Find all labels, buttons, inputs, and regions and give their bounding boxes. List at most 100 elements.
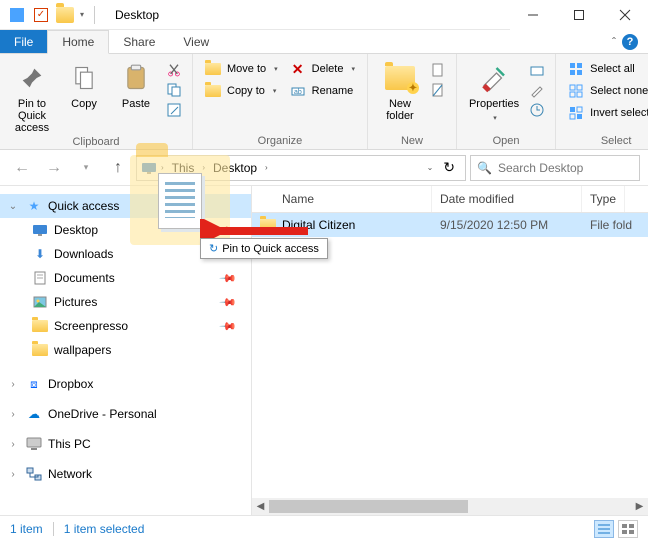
sidebar-item-label: wallpapers bbox=[54, 343, 111, 357]
chevron-down-icon: ▾ bbox=[274, 65, 278, 73]
chevron-right-icon[interactable]: › bbox=[6, 469, 20, 480]
folder-icon bbox=[32, 318, 48, 334]
copy-button[interactable]: Copy bbox=[62, 60, 106, 112]
close-button[interactable] bbox=[602, 0, 648, 30]
sidebar-item-wallpapers[interactable]: wallpapers bbox=[0, 338, 251, 362]
copy-to-icon bbox=[205, 83, 221, 99]
group-label: Organize bbox=[203, 135, 357, 149]
list-item[interactable]: Digital Citizen 9/15/2020 12:50 PM File … bbox=[252, 213, 648, 237]
pin-to-quick-access-button[interactable]: Pin to Quick access bbox=[10, 60, 54, 136]
easy-access-icon[interactable] bbox=[430, 82, 446, 98]
recent-locations-button[interactable]: ▾ bbox=[72, 154, 100, 182]
back-button[interactable]: ← bbox=[8, 154, 36, 182]
group-clipboard: Pin to Quick access Copy Paste Clipboard bbox=[0, 54, 193, 149]
sidebar-item-network[interactable]: ›Network bbox=[0, 462, 251, 486]
properties-button[interactable]: Properties▾ bbox=[467, 60, 521, 124]
group-organize: Move to▾ Copy to▾ ✕Delete▾ abRename Orga… bbox=[193, 54, 368, 149]
history-dropdown-icon[interactable]: ⌄ bbox=[427, 163, 434, 172]
titlebar: ✓ ▾ Desktop bbox=[0, 0, 648, 30]
sidebar-item-screenpresso[interactable]: Screenpresso📌 bbox=[0, 314, 251, 338]
up-button[interactable]: ↑ bbox=[104, 154, 132, 182]
paste-shortcut-icon[interactable] bbox=[166, 102, 182, 118]
chevron-right-icon[interactable]: › bbox=[265, 163, 268, 172]
select-none-button[interactable]: Select none bbox=[566, 82, 648, 100]
search-input[interactable]: 🔍 Search Desktop bbox=[470, 155, 640, 181]
select-none-icon bbox=[568, 83, 584, 99]
quick-access-toolbar: ✓ ▾ Desktop bbox=[0, 6, 159, 24]
forward-button[interactable]: → bbox=[40, 154, 68, 182]
invert-selection-icon bbox=[568, 105, 584, 121]
window-controls bbox=[510, 0, 648, 30]
minimize-button[interactable] bbox=[510, 0, 556, 30]
chevron-right-icon[interactable]: › bbox=[6, 439, 20, 450]
scroll-thumb[interactable] bbox=[269, 500, 468, 513]
tab-view[interactable]: View bbox=[169, 30, 223, 53]
tab-file[interactable]: File bbox=[0, 30, 47, 53]
copy-label: Copy bbox=[71, 98, 97, 110]
collapse-ribbon-caret[interactable]: ˆ bbox=[612, 35, 616, 49]
help-icon[interactable]: ? bbox=[622, 34, 638, 50]
refresh-button[interactable]: ↻ bbox=[437, 159, 461, 176]
new-folder-button[interactable]: ✦ New folder bbox=[378, 60, 422, 124]
chevron-down-icon[interactable]: ⌄ bbox=[6, 201, 20, 212]
delete-icon: ✕ bbox=[290, 61, 306, 77]
column-header-type[interactable]: Type bbox=[582, 186, 625, 212]
qat-properties-icon[interactable]: ✓ bbox=[32, 6, 50, 24]
column-header-date[interactable]: Date modified bbox=[432, 186, 582, 212]
edit-icon[interactable] bbox=[529, 82, 545, 98]
history-icon[interactable] bbox=[529, 102, 545, 118]
maximize-button[interactable] bbox=[556, 0, 602, 30]
invert-selection-button[interactable]: Invert selection bbox=[566, 104, 648, 122]
qat-newfolder-icon[interactable] bbox=[56, 6, 74, 24]
qat-customize-caret[interactable]: ▾ bbox=[80, 10, 84, 19]
ribbon-tabs: File Home Share View ˆ ? bbox=[0, 30, 648, 54]
delete-button[interactable]: ✕Delete▾ bbox=[288, 60, 357, 78]
open-icon[interactable] bbox=[529, 62, 545, 78]
tab-share[interactable]: Share bbox=[109, 30, 169, 53]
thumbnails-view-button[interactable] bbox=[618, 520, 638, 538]
sidebar-item-dropbox[interactable]: ›⧈Dropbox bbox=[0, 372, 251, 396]
paste-icon bbox=[120, 62, 152, 94]
column-header-name[interactable]: Name bbox=[252, 186, 432, 212]
horizontal-scrollbar[interactable]: ◀ ▶ bbox=[252, 498, 648, 515]
app-icon bbox=[8, 6, 26, 24]
select-all-button[interactable]: Select all bbox=[566, 60, 648, 78]
sidebar-item-quick-access[interactable]: ⌄ ★ Quick access bbox=[0, 194, 251, 218]
paste-button[interactable]: Paste bbox=[114, 60, 158, 112]
sidebar-item-documents[interactable]: Documents📌 bbox=[0, 266, 251, 290]
sidebar-item-label: Pictures bbox=[54, 295, 97, 309]
details-view-button[interactable] bbox=[594, 520, 614, 538]
copy-to-button[interactable]: Copy to▾ bbox=[203, 82, 280, 100]
address-bar[interactable]: › This › Desktop › ⌄ ↻ bbox=[136, 155, 466, 181]
location-desktop-icon bbox=[141, 160, 157, 176]
column-headers: Name Date modified Type bbox=[252, 186, 648, 213]
copy-path-icon[interactable] bbox=[166, 82, 182, 98]
breadcrumb-segment[interactable]: This bbox=[168, 161, 199, 175]
breadcrumb-segment[interactable]: Desktop bbox=[209, 161, 261, 175]
cut-icon[interactable] bbox=[166, 62, 182, 78]
status-bar: 1 item 1 item selected bbox=[0, 515, 648, 541]
sidebar-item-onedrive[interactable]: ›☁OneDrive - Personal bbox=[0, 402, 251, 426]
sidebar-item-label: This PC bbox=[48, 437, 91, 451]
new-item-icon[interactable] bbox=[430, 62, 446, 78]
status-selected-count: 1 item selected bbox=[64, 522, 145, 536]
chevron-right-icon[interactable]: › bbox=[6, 409, 20, 420]
chevron-right-icon[interactable]: › bbox=[6, 379, 20, 390]
scroll-right-icon[interactable]: ▶ bbox=[631, 498, 648, 515]
sidebar-item-pictures[interactable]: Pictures 📌 bbox=[0, 290, 251, 314]
move-to-button[interactable]: Move to▾ bbox=[203, 60, 280, 78]
group-label: Clipboard bbox=[10, 136, 182, 150]
sidebar-item-thispc[interactable]: › This PC bbox=[0, 432, 251, 456]
dropbox-icon: ⧈ bbox=[26, 376, 42, 392]
pictures-icon bbox=[32, 294, 48, 310]
chevron-right-icon[interactable]: › bbox=[202, 163, 205, 172]
status-item-count: 1 item bbox=[10, 522, 43, 536]
tab-home[interactable]: Home bbox=[47, 30, 109, 54]
rename-button[interactable]: abRename bbox=[288, 82, 357, 100]
scroll-left-icon[interactable]: ◀ bbox=[252, 498, 269, 515]
pin-icon: 📌 bbox=[219, 293, 238, 312]
search-icon: 🔍 bbox=[477, 161, 492, 175]
chevron-right-icon[interactable]: › bbox=[161, 163, 164, 172]
sidebar-item-label: Screenpresso bbox=[54, 319, 128, 333]
file-list[interactable]: Name Date modified Type Digital Citizen … bbox=[252, 186, 648, 515]
